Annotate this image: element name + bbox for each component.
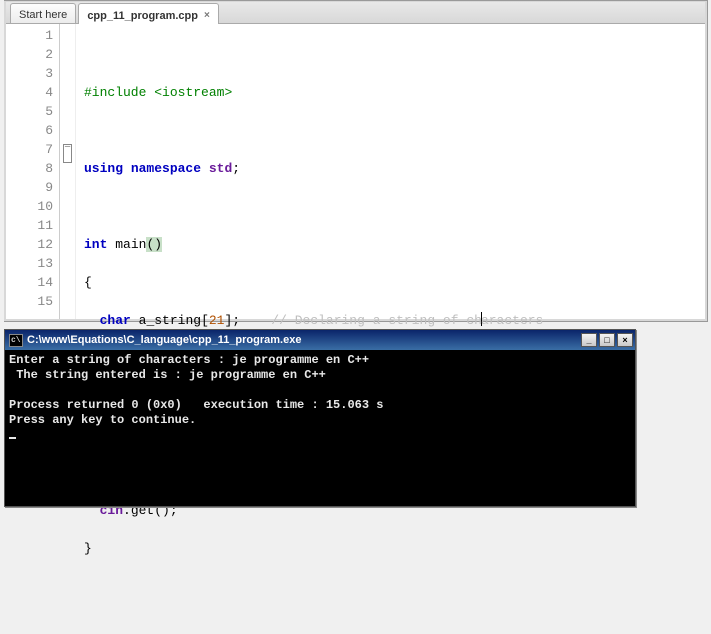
line-number: 10 xyxy=(6,197,53,216)
close-button[interactable]: × xyxy=(617,333,633,347)
console-line: Press any key to continue. xyxy=(9,413,196,427)
token-include: #include xyxy=(84,85,146,100)
fold-toggle-icon[interactable]: − xyxy=(63,144,72,163)
line-number: 6 xyxy=(6,121,53,140)
line-number: 11 xyxy=(6,216,53,235)
console-line: The string entered is : je programme en … xyxy=(9,368,326,382)
token-char: char xyxy=(100,313,131,328)
code-text[interactable]: #include <iostream> using namespace std;… xyxy=(76,24,630,319)
maximize-button[interactable]: □ xyxy=(599,333,615,347)
code-area[interactable]: 1 2 3 4 5 6 7 8 9 10 11 12 13 14 15 − xyxy=(6,24,705,319)
code-comment: // Declaring a string of ch xyxy=(271,313,482,328)
line-number: 12 xyxy=(6,235,53,254)
token-int: int xyxy=(84,237,107,252)
console-output: Enter a string of characters : je progra… xyxy=(5,350,635,506)
console-cursor xyxy=(9,437,16,439)
minimize-button[interactable]: _ xyxy=(581,333,597,347)
line-number: 8 xyxy=(6,159,53,178)
tab-bar: Start here cpp_11_program.cpp × xyxy=(6,2,705,24)
line-number: 3 xyxy=(6,64,53,83)
fold-column: − xyxy=(60,24,76,319)
console-line: Process returned 0 (0x0) execution time … xyxy=(9,398,383,412)
token-std: std xyxy=(209,161,232,176)
console-title: C:\www\Equations\C_language\cpp_11_progr… xyxy=(27,334,301,346)
line-number: 1 xyxy=(6,26,53,45)
console-line: Enter a string of characters : je progra… xyxy=(9,353,369,367)
code-editor: Start here cpp_11_program.cpp × 1 2 3 4 … xyxy=(4,0,708,322)
token-header: <iostream> xyxy=(154,85,232,100)
tab-start-here[interactable]: Start here xyxy=(10,3,76,23)
line-number: 15 xyxy=(6,292,53,311)
token-num: 21 xyxy=(209,313,225,328)
close-icon[interactable]: × xyxy=(204,10,210,21)
line-number: 4 xyxy=(6,83,53,102)
cmd-icon: c\ xyxy=(9,334,23,347)
tab-label: Start here xyxy=(19,9,67,21)
token-main: main xyxy=(115,237,146,252)
line-number: 2 xyxy=(6,45,53,64)
token-namespace: namespace xyxy=(131,161,201,176)
token-ident: a_string xyxy=(139,313,201,328)
tab-label: cpp_11_program.cpp xyxy=(87,10,198,22)
line-number-gutter: 1 2 3 4 5 6 7 8 9 10 11 12 13 14 15 xyxy=(6,24,60,319)
tab-cpp-program[interactable]: cpp_11_program.cpp × xyxy=(78,3,219,24)
line-number: 14 xyxy=(6,273,53,292)
console-titlebar[interactable]: c\ C:\www\Equations\C_language\cpp_11_pr… xyxy=(5,330,635,350)
console-window: c\ C:\www\Equations\C_language\cpp_11_pr… xyxy=(4,329,636,507)
line-number: 9 xyxy=(6,178,53,197)
line-number: 5 xyxy=(6,102,53,121)
line-number: 7 xyxy=(6,140,53,159)
token-using: using xyxy=(84,161,123,176)
line-number: 13 xyxy=(6,254,53,273)
code-comment: aracters xyxy=(481,313,543,328)
